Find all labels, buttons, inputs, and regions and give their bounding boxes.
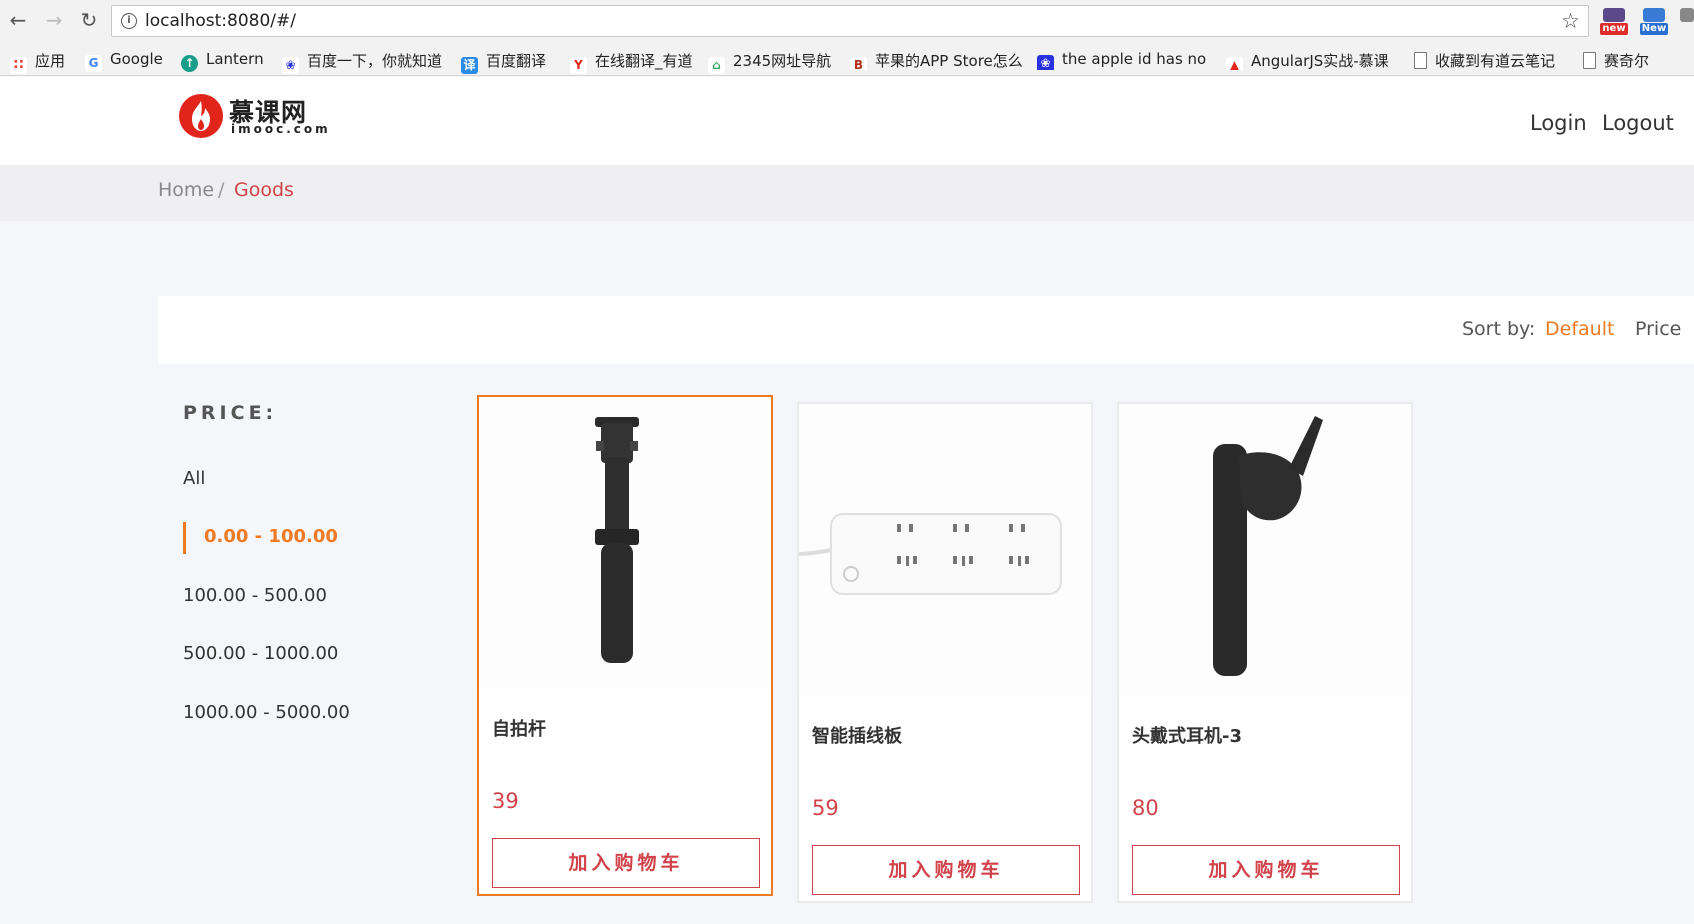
url-text[interactable]: localhost:8080/#/ [145, 11, 296, 31]
bookmark-label: the apple id has no [1062, 50, 1207, 68]
login-link[interactable]: Login [1530, 111, 1587, 135]
bookmark-label: 百度一下，你就知道 [307, 52, 443, 70]
filter-option-all[interactable]: All [183, 468, 205, 489]
bookmark-label: Lantern [206, 50, 264, 68]
b-logo-icon: B [850, 57, 867, 70]
filter-option-100-500[interactable]: 100.00 - 500.00 [183, 585, 327, 606]
flame-logo-icon [179, 94, 223, 138]
filter-option-0-100[interactable]: 0.00 - 100.00 [183, 522, 338, 554]
page-icon [1414, 52, 1427, 69]
sort-price[interactable]: Price [1635, 318, 1681, 340]
breadcrumb-home[interactable]: Home [158, 179, 214, 201]
bookmark-google[interactable]: G Google [85, 50, 163, 72]
filter-option-500-1000[interactable]: 500.00 - 1000.00 [183, 643, 338, 664]
bookmark-label: 应用 [35, 52, 66, 70]
flame-icon: ▲ [1226, 57, 1243, 70]
bookmark-youdao-note[interactable]: 收藏到有道云笔记 [1414, 50, 1555, 70]
bookmark-label: 在线翻译_有道 [595, 52, 693, 70]
product-card[interactable]: 自拍杆 39 加入购物车 [477, 395, 773, 896]
baidu-paw-icon: ❀ [282, 57, 299, 74]
sort-label: Sort by: [1462, 318, 1536, 340]
house-icon: ⌂ [708, 57, 725, 74]
youdao-icon: Y [570, 57, 587, 74]
bookmark-baidu-fanyi[interactable]: 译百度翻译 [461, 50, 547, 74]
breadcrumb-separator: / [218, 179, 225, 201]
add-to-cart-button[interactable]: 加入购物车 [812, 845, 1080, 895]
bookmark-label: 苹果的APP Store怎么 [875, 52, 1022, 70]
product-price: 80 [1132, 796, 1159, 820]
product-price: 39 [492, 789, 519, 813]
address-bar[interactable]: i localhost:8080/#/ ☆ [111, 5, 1589, 37]
extension-new-label: new [1600, 23, 1628, 35]
bookmark-label: AngularJS实战-慕课 [1251, 52, 1389, 70]
bookmark-lantern[interactable]: ↑ Lantern [181, 50, 264, 72]
lantern-icon: ↑ [181, 55, 198, 72]
product-card[interactable]: 头戴式耳机-3 80 加入购物车 [1117, 402, 1413, 903]
info-icon[interactable]: i [121, 13, 137, 29]
product-card[interactable]: 智能插线板 59 加入购物车 [797, 402, 1093, 903]
add-to-cart-button[interactable]: 加入购物车 [1132, 845, 1400, 895]
bookmark-angularjs[interactable]: ▲ AngularJS实战-慕课 [1226, 50, 1398, 70]
product-price: 59 [812, 796, 839, 820]
selfie-stick-icon [595, 417, 639, 663]
extension-new-icon[interactable]: new [1600, 8, 1628, 36]
back-arrow-icon[interactable]: ← [7, 9, 29, 31]
imooc-logo[interactable]: 慕课网 imooc.com [179, 93, 329, 141]
apps-grid-icon: ∷ [10, 57, 27, 74]
browser-toolbar: ← → ↻ i localhost:8080/#/ ☆ new New [0, 0, 1694, 42]
page-icon [1583, 52, 1596, 69]
bookmark-youdao[interactable]: Y 在线翻译_有道 [570, 50, 693, 74]
translate-icon: 译 [461, 57, 478, 74]
forward-arrow-icon[interactable]: → [43, 9, 65, 31]
reload-icon[interactable]: ↻ [78, 9, 100, 31]
product-name[interactable]: 头戴式耳机-3 [1132, 722, 1242, 748]
filter-option-1000-5000[interactable]: 1000.00 - 5000.00 [183, 702, 350, 723]
filter-title: PRICE: [183, 402, 278, 424]
bookmark-apps[interactable]: ∷ 应用 [10, 50, 66, 74]
extension-new2-icon[interactable]: New [1640, 8, 1668, 36]
bookmark-label: 百度翻译 [486, 52, 547, 70]
product-image[interactable] [1119, 404, 1411, 694]
bookmark-baidu[interactable]: ❀ 百度一下，你就知道 [282, 50, 443, 74]
extension-more-icon[interactable] [1680, 8, 1694, 36]
bookmark-apple-id[interactable]: ❀ the apple id has no [1037, 50, 1209, 70]
product-name[interactable]: 智能插线板 [812, 722, 902, 748]
paw-icon: ❀ [1037, 55, 1054, 70]
bookmark-2345[interactable]: ⌂ 2345网址导航 [708, 50, 832, 74]
breadcrumb-current: Goods [234, 179, 294, 201]
extension-new2-label: New [1640, 23, 1668, 35]
bookmark-star-icon[interactable]: ☆ [1561, 9, 1580, 33]
bluetooth-headset-icon [1213, 416, 1323, 676]
google-icon: G [85, 55, 102, 72]
brand-sub: imooc.com [231, 122, 331, 136]
bookmark-label: 收藏到有道云笔记 [1435, 52, 1556, 70]
logout-link[interactable]: Logout [1602, 111, 1674, 135]
bookmark-saiqier[interactable]: 赛奇尔 [1583, 50, 1649, 70]
power-strip-icon [798, 513, 1062, 595]
bookmark-appstore[interactable]: B 苹果的APP Store怎么 [850, 50, 1022, 70]
product-name[interactable]: 自拍杆 [492, 715, 546, 741]
bookmark-label: 2345网址导航 [733, 52, 832, 70]
sort-default[interactable]: Default [1545, 318, 1614, 340]
bookmark-label: Google [110, 50, 163, 68]
product-image[interactable] [479, 397, 771, 687]
bookmark-label: 赛奇尔 [1604, 52, 1650, 70]
product-image[interactable] [798, 404, 1091, 694]
add-to-cart-button[interactable]: 加入购物车 [492, 838, 760, 888]
bookmarks-bar: ∷ 应用 G Google ↑ Lantern ❀ 百度一下，你就知道 译百度翻译 Y在… [0, 42, 1694, 76]
